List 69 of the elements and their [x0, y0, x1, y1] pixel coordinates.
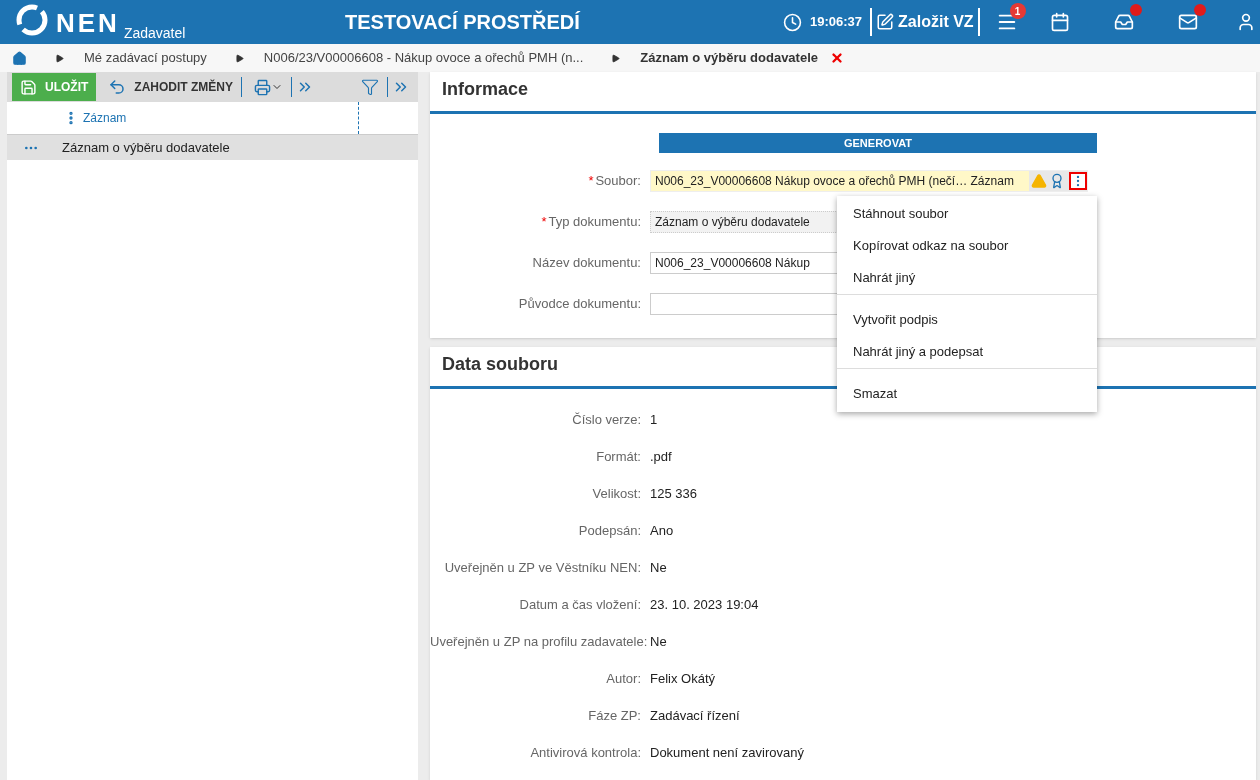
field-label: Soubor: — [595, 172, 641, 191]
row-text: Záznam o výběru dodavatele — [62, 138, 230, 157]
chevron-icon — [611, 53, 621, 63]
inbox-icon — [1113, 12, 1134, 32]
logo-text: NEN — [56, 10, 120, 36]
field-value: Zadávací řízení — [650, 707, 740, 726]
section-title: Data souboru — [442, 353, 558, 376]
field-value: Ne — [650, 633, 667, 652]
field-label: Uveřejněn u ZP na profilu zadavatele: — [430, 633, 649, 652]
more-button[interactable] — [1069, 172, 1087, 190]
menu-item[interactable]: Stáhnout soubor — [837, 198, 1097, 230]
logo-icon — [16, 4, 48, 36]
create-button[interactable]: Založit VZ — [872, 10, 978, 34]
save-icon — [20, 78, 37, 96]
home-icon[interactable] — [12, 50, 27, 66]
chevron-icon — [55, 53, 64, 63]
menu-item[interactable]: Nahrát jiný — [837, 262, 1097, 294]
section-title: Informace — [442, 78, 529, 101]
file-field[interactable]: N006_23_V00006608 Nákup ovoce a ořechů PMH (nečí… Záznam — [650, 170, 1088, 192]
calendar-button[interactable] — [1049, 12, 1070, 32]
field-label: Číslo verze: — [571, 411, 642, 430]
field-label: Velikost: — [591, 485, 642, 504]
menu-item[interactable]: Kopírovat odkaz na soubor — [837, 230, 1097, 262]
mail-icon — [1177, 12, 1198, 32]
breadcrumb-link[interactable]: N006/23/V00006608 - Nákup ovoce a ořechů PMH (n... — [263, 48, 584, 68]
chevron-icon — [234, 53, 244, 63]
edit-icon — [876, 13, 895, 31]
filter-icon[interactable] — [361, 78, 379, 96]
close-icon[interactable] — [830, 51, 844, 65]
field-value: Felix Okátý — [650, 670, 715, 689]
field-label: Název dokumentu: — [532, 254, 641, 273]
generate-button[interactable]: GENEROVAT — [659, 133, 1097, 153]
printer-icon — [254, 78, 271, 96]
field-label: Typ dokumentu: — [548, 213, 641, 232]
undo-icon — [108, 78, 127, 96]
badge-icon — [1049, 173, 1065, 189]
breadcrumb-current: Záznam o výběru dodavatele — [640, 49, 818, 68]
logo-subtitle: Zadavatel — [123, 24, 186, 43]
clock-time: 19:06:37 — [810, 13, 863, 32]
field-label: Původce dokumentu: — [518, 295, 641, 314]
discard-button[interactable]: ZAHODIT ZMĚNY — [108, 78, 233, 96]
print-button[interactable] — [254, 78, 283, 96]
required-mark: * — [541, 213, 547, 232]
required-mark: * — [588, 172, 594, 191]
menu-item[interactable]: Smazat — [837, 378, 1097, 410]
clock-icon — [783, 12, 802, 32]
breadcrumb-link[interactable]: Mé zadávací postupy — [84, 48, 207, 68]
menu-item[interactable]: Vytvořit podpis — [837, 304, 1097, 336]
column-header[interactable]: Záznam — [83, 109, 358, 127]
field-label: Podepsán: — [577, 522, 642, 541]
field-value: 125 336 — [650, 485, 697, 504]
field-label: Datum a čas vložení: — [518, 596, 642, 615]
field-value: Ano — [650, 522, 674, 541]
menu-item[interactable]: Nahrát jiný a podepsat — [837, 336, 1097, 368]
environment-title: TESTOVACÍ PROSTŘEDÍ — [345, 9, 581, 35]
field-label: Uveřejněn u ZP ve Věstníku NEN: — [443, 559, 642, 578]
field-label: Antivirová kontrola: — [529, 744, 642, 763]
list-row[interactable]: Záznam o výběru dodavatele — [7, 135, 418, 160]
field-label: Formát: — [595, 448, 642, 467]
menu-button[interactable]: 1 — [987, 3, 1026, 41]
warning-icon — [1031, 173, 1047, 189]
field-label: Autor: — [605, 670, 642, 689]
field-value: Ne — [650, 559, 667, 578]
field-value: 1 — [650, 411, 658, 430]
notification-badge: 1 — [1009, 3, 1026, 19]
field-value: .pdf — [650, 448, 672, 467]
field-label: Fáze ZP: — [587, 707, 642, 726]
field-value: 23. 10. 2023 19:04 — [650, 596, 759, 615]
field-value: Dokument není zavirovaný — [650, 744, 804, 763]
